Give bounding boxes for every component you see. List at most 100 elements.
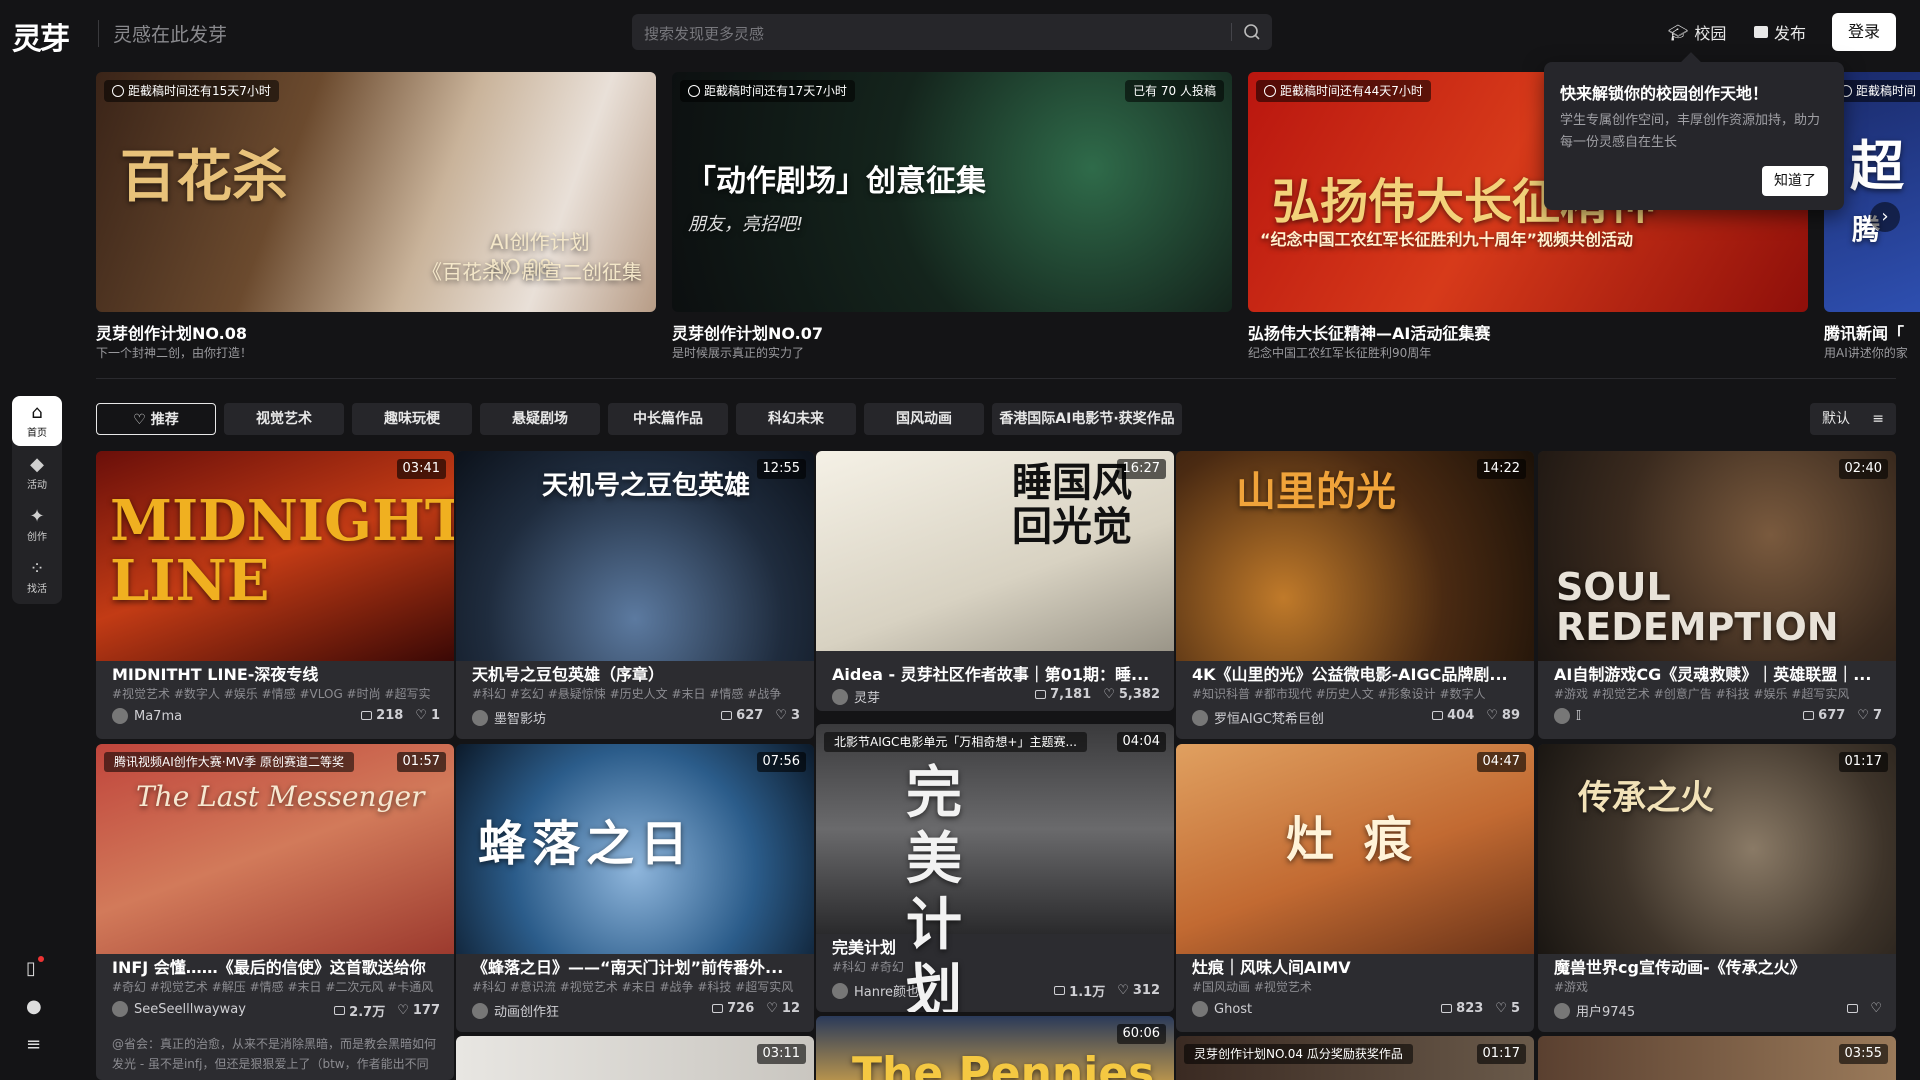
like-icon[interactable]: ♡ xyxy=(1857,708,1869,723)
like-icon[interactable]: ♡ xyxy=(397,1003,409,1018)
video-card[interactable]: 天机号之豆包英雄 12:55 天机号之豆包英雄（序章） #科幻 #玄幻 #悬疑惊… xyxy=(456,451,814,739)
sidenav-item-label: 活动 xyxy=(27,480,47,491)
tab-meme[interactable]: 趣味玩梗 xyxy=(352,403,472,435)
create-icon: ✦ xyxy=(29,506,45,527)
publish-label: 发布 xyxy=(1774,24,1807,43)
video-card[interactable]: 灵芽创作计划NO.04 瓜分奖励获奖作品 01:17 xyxy=(1176,1036,1534,1080)
card-author[interactable]: 灵芽 xyxy=(832,687,880,706)
card-title[interactable]: 《蜂落之日》——“南天门计划”前传番外... xyxy=(472,954,802,978)
like-icon[interactable]: ♡ xyxy=(766,1001,778,1016)
video-card[interactable]: 灶痕 04:47 灶痕｜风味人间AIMV #国风动画 #视觉艺术 Ghost 8… xyxy=(1176,744,1534,1032)
play-count-icon xyxy=(334,1006,346,1015)
card-tags: #科幻 #意识流 #视觉艺术 #末日 #战争 #科技 #超写实风 xyxy=(472,980,794,994)
popup-title: 快来解锁你的校园创作天地！ xyxy=(1560,84,1769,103)
sort-dropdown[interactable]: 默认 ≡ xyxy=(1810,403,1896,435)
tab-long-form[interactable]: 中长篇作品 xyxy=(608,403,728,435)
card-stats: 627 ♡ 3 xyxy=(721,708,800,723)
play-count-icon xyxy=(1432,711,1444,720)
card-tags: #奇幻 #视觉艺术 #解压 #情感 #末日 #二次元风 #卡通风 xyxy=(112,980,434,994)
card-author[interactable]: Ma7ma xyxy=(112,708,182,724)
tab-guofeng[interactable]: 国风动画 xyxy=(864,403,984,435)
top-header: 灵芽 灵感在此发芽 搜索发现更多灵感 🎓︎ 校园 发布 登录 xyxy=(0,0,1920,64)
card-stats: 7,181 ♡ 5,382 xyxy=(1035,687,1160,702)
card-title[interactable]: 天机号之豆包英雄（序章） xyxy=(472,661,802,685)
like-icon[interactable]: ♡ xyxy=(1486,708,1498,723)
card-author[interactable]: 墨智影坊 xyxy=(472,708,546,727)
popup-dismiss-button[interactable]: 知道了 xyxy=(1762,166,1828,196)
menu-icon[interactable]: ≡ xyxy=(26,1034,41,1055)
author-name: Ma7ma xyxy=(134,708,183,724)
card-title[interactable]: AI自制游戏CG《灵魂救赎》｜英雄联盟｜... xyxy=(1554,661,1884,685)
banner-card[interactable]: 距截稿时间还有17天7小时 已有 70 人投稿 「动作剧场」创意征集 朋友，亮招… xyxy=(672,72,1232,312)
sidenav-item-create[interactable]: ✦ 创作 xyxy=(12,500,62,550)
logo[interactable]: 灵芽 xyxy=(12,14,70,58)
user-icon[interactable]: ● xyxy=(26,996,42,1017)
card-author[interactable]: SeeSeelllwayway xyxy=(112,1001,246,1017)
play-count-icon xyxy=(361,711,373,720)
video-card[interactable]: 蜂落之日 07:56 《蜂落之日》——“南天门计划”前传番外... #科幻 #意… xyxy=(456,744,814,1032)
video-card[interactable]: 腾讯视频AI创作大赛·MV季 原创赛道二等奖 The Last Messenge… xyxy=(96,744,454,1080)
banner-title[interactable]: 灵芽创作计划NO.07 xyxy=(672,320,823,344)
award-chip[interactable]: 腾讯视频AI创作大赛·MV季 原创赛道二等奖 xyxy=(104,752,354,772)
campus-button[interactable]: 🎓︎ 校园 xyxy=(1668,20,1726,44)
card-author[interactable]: 𝕀 xyxy=(1554,708,1581,724)
video-card[interactable]: 睡国风回光觉 16:27 Aidea - 灵芽社区作者故事｜第01期：睡... … xyxy=(816,451,1174,711)
card-title[interactable]: 魔兽世界cg宣传动画-《传承之火》 xyxy=(1554,954,1884,978)
login-button[interactable]: 登录 xyxy=(1832,13,1896,51)
like-count: 7 xyxy=(1872,708,1882,723)
like-icon[interactable]: ♡ xyxy=(775,708,787,723)
sidenav-item-label: 找活 xyxy=(27,584,47,595)
video-card[interactable]: The Pennies 60:06 xyxy=(816,1016,1174,1080)
like-icon[interactable]: ♡ xyxy=(1117,983,1129,998)
search-input[interactable]: 搜索发现更多灵感 xyxy=(644,23,764,44)
video-card[interactable]: 山里的光 14:22 4K《山里的光》公益微电影-AIGC品牌剧... #知识科… xyxy=(1176,451,1534,739)
deadline-chip: 距截稿时间还有15天7小时 xyxy=(104,80,279,102)
publish-button[interactable]: 发布 xyxy=(1754,20,1806,44)
banner-title[interactable]: 弘扬伟大长征精神—AI活动征集赛 xyxy=(1248,320,1490,344)
like-icon[interactable]: ♡ xyxy=(415,708,427,723)
award-chip[interactable]: 灵芽创作计划NO.04 瓜分奖励获奖作品 xyxy=(1184,1044,1413,1064)
banner-title[interactable]: 灵芽创作计划NO.08 xyxy=(96,320,247,344)
video-card[interactable]: SOUL REDEMPTION 02:40 AI自制游戏CG《灵魂救赎》｜英雄联… xyxy=(1538,451,1896,739)
banner-title[interactable]: 腾讯新闻「 xyxy=(1824,320,1920,344)
filter-icon: ≡ xyxy=(1872,411,1884,427)
avatar xyxy=(1554,708,1570,724)
deadline-chip: 距截稿时间还有44天7小时 xyxy=(1256,80,1431,102)
banner-card[interactable]: 距截稿时间还有15天7小时 百花杀 AI创作计划 NO.08 《百花杀》剧宣二创… xyxy=(96,72,656,312)
like-icon[interactable]: ♡ xyxy=(1870,1001,1882,1016)
deadline-chip: 距截稿时间还有17天7小时 xyxy=(680,80,855,102)
card-title[interactable]: Aidea - 灵芽社区作者故事｜第01期：睡... xyxy=(832,661,1162,685)
card-author[interactable]: Ghost xyxy=(1192,1001,1252,1017)
video-card[interactable]: 03:11 xyxy=(456,1036,814,1080)
sidenav-item-home[interactable]: ⌂ 首页 xyxy=(12,396,62,446)
like-icon[interactable]: ♡ xyxy=(1103,687,1115,702)
notification-icon[interactable]: ▯ xyxy=(26,956,44,979)
tab-scifi[interactable]: 科幻未来 xyxy=(736,403,856,435)
card-title[interactable]: INFJ 会懂……《最后的信使》这首歌送给你 xyxy=(112,954,442,978)
tab-hk-ai-film[interactable]: 香港国际AI电影节·获奖作品 xyxy=(992,403,1182,435)
play-count-icon[interactable] xyxy=(1847,1004,1859,1013)
card-author[interactable]: 动画创作狂 xyxy=(472,1001,559,1020)
card-title[interactable]: MIDNITHT LINE-深夜专线 xyxy=(112,661,442,685)
tab-recommend[interactable]: ♡ 推荐 xyxy=(96,403,216,435)
like-count: 5 xyxy=(1510,1001,1520,1016)
sidenav-item-jobs[interactable]: ⁘ 找活 xyxy=(12,552,62,602)
award-chip[interactable]: 北影节AIGC电影单元「万相奇想+」主题赛... xyxy=(824,732,1087,752)
video-card[interactable]: 传承之火 01:17 魔兽世界cg宣传动画-《传承之火》 #游戏 用户9745 … xyxy=(1538,744,1896,1032)
video-card[interactable]: 03:55 xyxy=(1538,1036,1896,1080)
search-bar[interactable]: 搜索发现更多灵感 xyxy=(632,14,1272,50)
card-title[interactable]: 灶痕｜风味人间AIMV xyxy=(1192,954,1522,978)
card-title[interactable]: 完美计划 xyxy=(832,934,1162,958)
card-author[interactable]: Hanre颜也 xyxy=(832,981,919,1000)
tab-suspense[interactable]: 悬疑剧场 xyxy=(480,403,600,435)
video-card[interactable]: MIDNIGHT LINE 03:41 MIDNITHT LINE-深夜专线 #… xyxy=(96,451,454,739)
tab-visual-art[interactable]: 视觉艺术 xyxy=(224,403,344,435)
sidenav-item-activity[interactable]: ◆ 活动 xyxy=(12,448,62,498)
chevron-right-icon[interactable]: › xyxy=(1870,202,1900,232)
card-author[interactable]: 罗恒AIGC梵希巨创 xyxy=(1192,708,1324,727)
video-card[interactable]: 北影节AIGC电影单元「万相奇想+」主题赛... 完美计划 04:04 完美计划… xyxy=(816,724,1174,1012)
search-icon[interactable] xyxy=(1242,22,1262,42)
card-author[interactable]: 用户9745 xyxy=(1554,1001,1635,1020)
card-title[interactable]: 4K《山里的光》公益微电影-AIGC品牌剧... xyxy=(1192,661,1522,685)
like-icon[interactable]: ♡ xyxy=(1495,1001,1507,1016)
